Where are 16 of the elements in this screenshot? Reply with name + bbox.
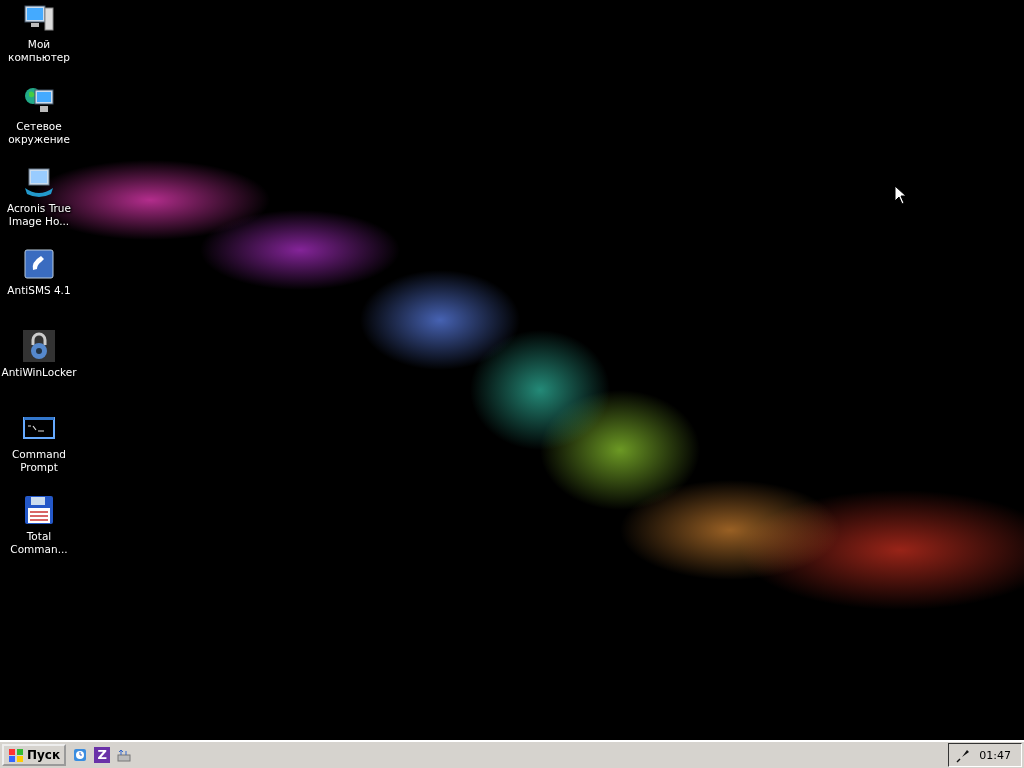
clock[interactable]: 01:47 xyxy=(979,748,1011,762)
icon-label[interactable]: AntiSMS 4.1 xyxy=(1,284,77,297)
icon-label[interactable]: Command Prompt xyxy=(1,448,77,474)
usb-plug-icon[interactable] xyxy=(955,747,972,763)
computer-icon[interactable] xyxy=(23,2,55,34)
icon-label[interactable]: AntiWinLocker xyxy=(1,366,77,379)
start-button[interactable]: Пуск xyxy=(2,744,67,766)
padlock-icon[interactable] xyxy=(23,330,55,362)
icon-label[interactable]: Acronis True Image Ho... xyxy=(1,202,77,228)
mouse-pointer-icon xyxy=(894,185,906,205)
icon-label[interactable]: Мой компьютер xyxy=(1,38,77,64)
icon-label[interactable]: Сетевое окружение xyxy=(1,120,77,146)
icon-label[interactable]: Total Comman... xyxy=(1,530,77,556)
phone-icon[interactable] xyxy=(23,248,55,280)
windows-flag-icon xyxy=(8,747,24,763)
app-launcher-icon[interactable]: Z xyxy=(94,747,111,763)
